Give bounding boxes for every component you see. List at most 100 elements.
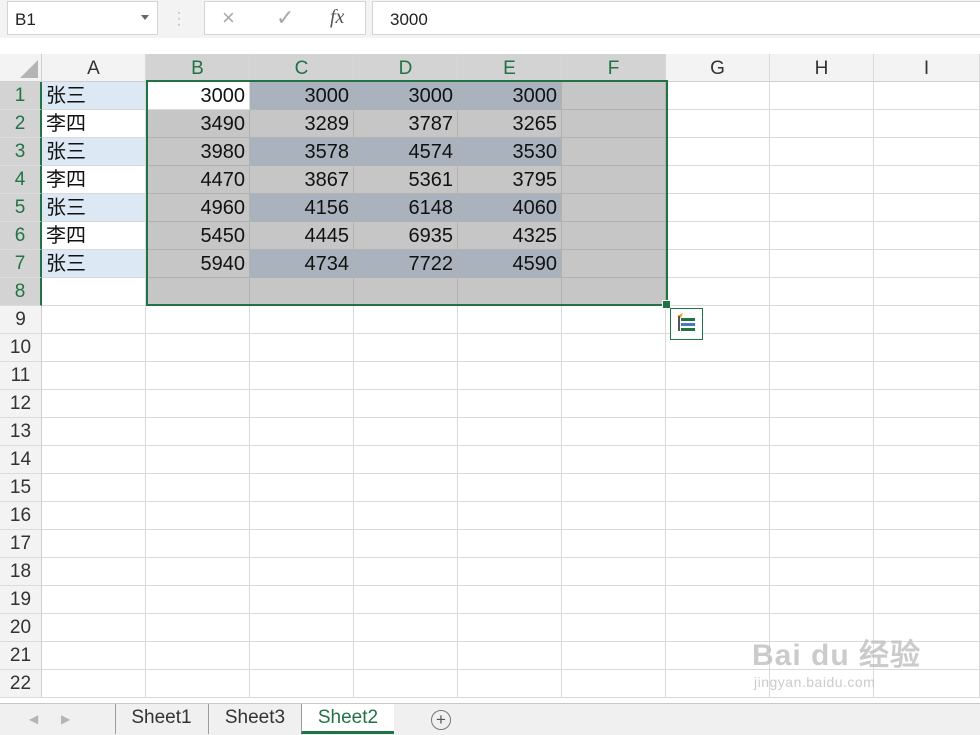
cell-d16[interactable] (354, 502, 458, 530)
row-header-7[interactable]: 7 (0, 250, 42, 278)
cell-f6[interactable] (562, 222, 666, 250)
cell-e11[interactable] (458, 362, 562, 390)
cell-i17[interactable] (874, 530, 980, 558)
cell-c2[interactable]: 3289 (250, 110, 354, 138)
cell-g14[interactable] (666, 446, 770, 474)
cell-c22[interactable] (250, 670, 354, 698)
column-header-f[interactable]: F (562, 54, 666, 82)
cell-f16[interactable] (562, 502, 666, 530)
row-header-19[interactable]: 19 (0, 586, 42, 614)
row-header-9[interactable]: 9 (0, 306, 42, 334)
cell-g17[interactable] (666, 530, 770, 558)
cell-e19[interactable] (458, 586, 562, 614)
row-header-18[interactable]: 18 (0, 558, 42, 586)
cell-e3[interactable]: 3530 (458, 138, 562, 166)
cell-i18[interactable] (874, 558, 980, 586)
cell-b19[interactable] (146, 586, 250, 614)
cell-c16[interactable] (250, 502, 354, 530)
cell-a17[interactable] (42, 530, 146, 558)
cell-c12[interactable] (250, 390, 354, 418)
cell-i10[interactable] (874, 334, 980, 362)
scroll-left-icon[interactable]: ◀ (29, 712, 38, 726)
cell-a6[interactable]: 李四 (42, 222, 146, 250)
cell-f7[interactable] (562, 250, 666, 278)
cell-d22[interactable] (354, 670, 458, 698)
cell-h1[interactable] (770, 82, 874, 110)
cell-d6[interactable]: 6935 (354, 222, 458, 250)
cell-g11[interactable] (666, 362, 770, 390)
cell-b1[interactable]: 3000 (146, 82, 250, 110)
column-header-c[interactable]: C (250, 54, 354, 82)
cell-f9[interactable] (562, 306, 666, 334)
cell-b11[interactable] (146, 362, 250, 390)
cell-i19[interactable] (874, 586, 980, 614)
cell-h16[interactable] (770, 502, 874, 530)
cell-a14[interactable] (42, 446, 146, 474)
row-header-13[interactable]: 13 (0, 418, 42, 446)
cell-g13[interactable] (666, 418, 770, 446)
scroll-right-icon[interactable]: ▶ (61, 712, 70, 726)
cell-g8[interactable] (666, 278, 770, 306)
cell-h5[interactable] (770, 194, 874, 222)
cell-c8[interactable] (250, 278, 354, 306)
column-header-b[interactable]: B (146, 54, 250, 82)
cell-c4[interactable]: 3867 (250, 166, 354, 194)
cell-a19[interactable] (42, 586, 146, 614)
cell-i21[interactable] (874, 642, 980, 670)
row-header-17[interactable]: 17 (0, 530, 42, 558)
select-all-corner[interactable] (0, 54, 42, 82)
cell-d14[interactable] (354, 446, 458, 474)
cell-g21[interactable] (666, 642, 770, 670)
column-header-e[interactable]: E (458, 54, 562, 82)
cell-a1[interactable]: 张三 (42, 82, 146, 110)
cell-h14[interactable] (770, 446, 874, 474)
cell-f15[interactable] (562, 474, 666, 502)
cell-h9[interactable] (770, 306, 874, 334)
cell-a7[interactable]: 张三 (42, 250, 146, 278)
row-header-2[interactable]: 2 (0, 110, 42, 138)
sheet-tab-sheet2[interactable]: Sheet2 (301, 704, 394, 734)
cell-c11[interactable] (250, 362, 354, 390)
formula-input[interactable]: 3000 (372, 1, 980, 35)
cell-e20[interactable] (458, 614, 562, 642)
quick-analysis-button[interactable] (670, 308, 703, 340)
cell-a3[interactable]: 张三 (42, 138, 146, 166)
cell-f11[interactable] (562, 362, 666, 390)
cell-b7[interactable]: 5940 (146, 250, 250, 278)
cell-b3[interactable]: 3980 (146, 138, 250, 166)
column-header-i[interactable]: I (874, 54, 980, 82)
cell-a12[interactable] (42, 390, 146, 418)
cell-c7[interactable]: 4734 (250, 250, 354, 278)
cell-b9[interactable] (146, 306, 250, 334)
cell-f13[interactable] (562, 418, 666, 446)
name-box[interactable]: B1 (7, 1, 158, 35)
cell-i3[interactable] (874, 138, 980, 166)
row-header-21[interactable]: 21 (0, 642, 42, 670)
cell-b2[interactable]: 3490 (146, 110, 250, 138)
cell-d21[interactable] (354, 642, 458, 670)
cell-g18[interactable] (666, 558, 770, 586)
cell-a13[interactable] (42, 418, 146, 446)
cell-d15[interactable] (354, 474, 458, 502)
cell-d20[interactable] (354, 614, 458, 642)
cell-b16[interactable] (146, 502, 250, 530)
cell-d8[interactable] (354, 278, 458, 306)
cell-h7[interactable] (770, 250, 874, 278)
column-header-d[interactable]: D (354, 54, 458, 82)
cell-c1[interactable]: 3000 (250, 82, 354, 110)
row-header-8[interactable]: 8 (0, 278, 42, 306)
cancel-icon[interactable]: × (222, 5, 235, 31)
cell-c18[interactable] (250, 558, 354, 586)
cell-c10[interactable] (250, 334, 354, 362)
cell-f5[interactable] (562, 194, 666, 222)
cell-f10[interactable] (562, 334, 666, 362)
cell-e13[interactable] (458, 418, 562, 446)
add-sheet-icon[interactable]: + (431, 710, 451, 730)
cell-g2[interactable] (666, 110, 770, 138)
cell-g15[interactable] (666, 474, 770, 502)
cell-d12[interactable] (354, 390, 458, 418)
row-header-6[interactable]: 6 (0, 222, 42, 250)
cell-g5[interactable] (666, 194, 770, 222)
cell-b8[interactable] (146, 278, 250, 306)
more-options-icon[interactable]: · · · (177, 6, 181, 30)
